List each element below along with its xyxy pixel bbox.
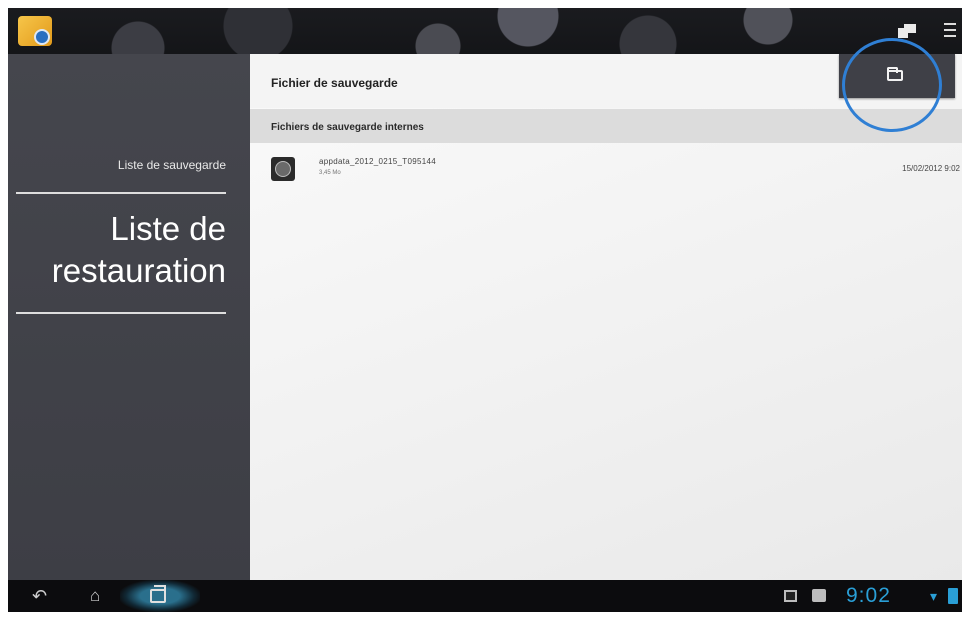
recent-apps-button[interactable] bbox=[120, 580, 200, 612]
backup-file-icon bbox=[271, 157, 295, 181]
wifi-icon: ▾ bbox=[930, 588, 938, 604]
file-date: 15/02/2012 9:02 bbox=[902, 164, 960, 173]
windows-icon-front bbox=[904, 24, 916, 33]
sidebar-item-restore-list[interactable]: Liste de restauration bbox=[8, 208, 226, 292]
clock[interactable]: 9:02 bbox=[846, 584, 891, 608]
overflow-menu-icon[interactable] bbox=[944, 22, 956, 38]
recent-apps-icon bbox=[150, 585, 166, 603]
page-title: Fichier de sauvegarde bbox=[271, 76, 398, 90]
gallery-notification-icon[interactable] bbox=[784, 590, 797, 602]
file-name: appdata_2012_0215_T095144 bbox=[319, 157, 436, 166]
file-size: 3,45 Mo bbox=[319, 170, 341, 176]
system-bar: ↶ ⌂ 9:02 ▾ bbox=[8, 580, 962, 612]
home-icon[interactable]: ⌂ bbox=[90, 586, 108, 606]
store-notification-icon[interactable] bbox=[812, 589, 826, 602]
menu-line bbox=[944, 23, 956, 25]
list-item[interactable]: appdata_2012_0215_T095144 3,45 Mo 15/02/… bbox=[250, 146, 962, 190]
app-backup-icon[interactable] bbox=[18, 16, 52, 46]
sidebar: Liste de sauvegarde Liste de restauratio… bbox=[8, 54, 250, 580]
menu-line bbox=[944, 35, 956, 37]
main-content: Fichier de sauvegarde Fichiers de sauveg… bbox=[250, 54, 962, 580]
windows-icon[interactable] bbox=[898, 24, 916, 38]
disc-icon bbox=[34, 29, 50, 45]
back-icon[interactable]: ↶ bbox=[32, 587, 56, 605]
section-title: Fichiers de sauvegarde internes bbox=[271, 122, 424, 133]
menu-line bbox=[944, 29, 956, 31]
tablet-screen: Liste de sauvegarde Liste de restauratio… bbox=[8, 8, 962, 612]
divider bbox=[16, 192, 226, 194]
sidebar-item-backup-list[interactable]: Liste de sauvegarde bbox=[118, 158, 226, 172]
battery-icon bbox=[948, 588, 958, 604]
divider bbox=[16, 312, 226, 314]
action-bar bbox=[8, 8, 962, 54]
highlight-circle bbox=[842, 38, 942, 132]
